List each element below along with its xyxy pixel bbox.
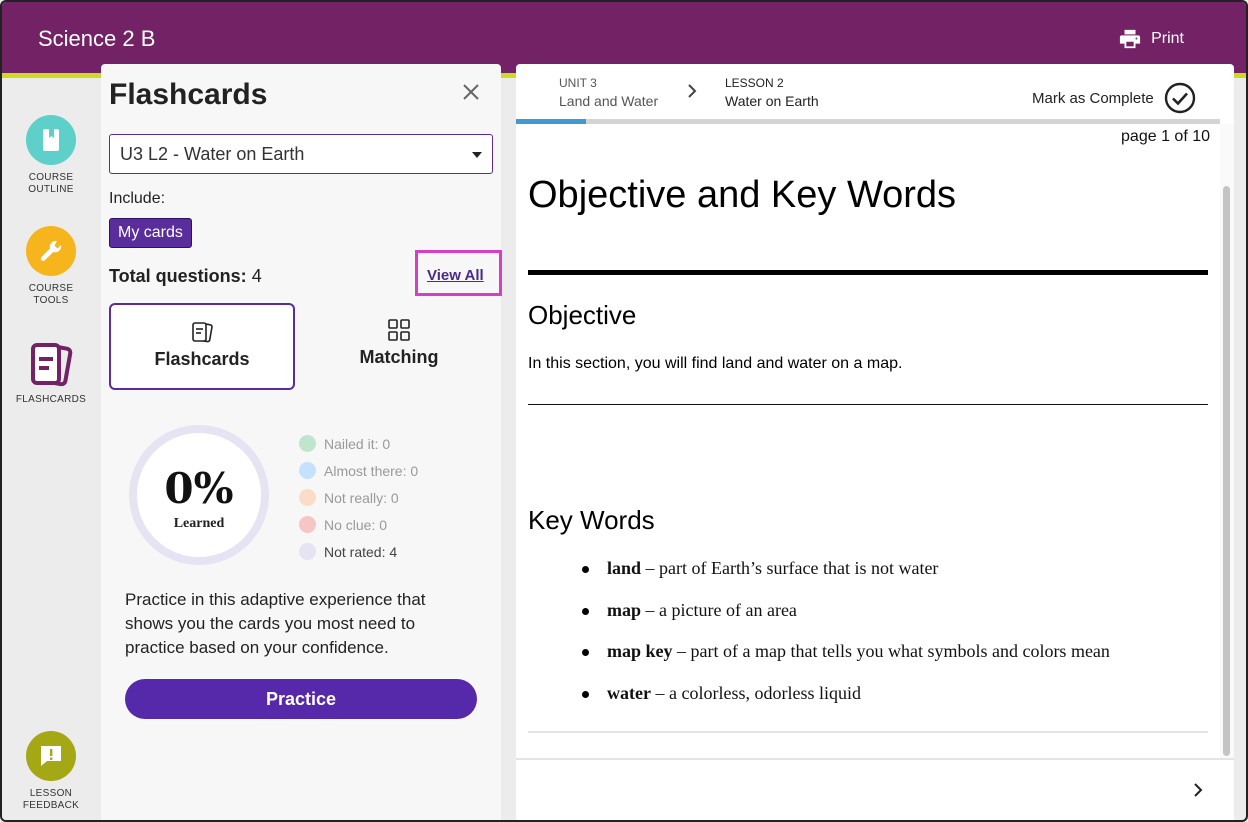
feedback-icon (26, 731, 76, 781)
legend-dot-almost (299, 462, 316, 479)
mode-matching-label: Matching (359, 347, 439, 367)
heading-divider (528, 270, 1208, 275)
app-frame: Science 2 B Print COURSE OUTLINE COURSE TO… (0, 0, 1248, 822)
footer-divider (516, 758, 1234, 760)
legend-label: No clue: 0 (324, 516, 388, 533)
legend-item: Not really: 0 (299, 484, 418, 511)
include-label: Include: (109, 190, 166, 207)
key-word-item: land – part of Earth’s surface that is n… (579, 558, 1110, 600)
rail-course-outline[interactable]: COURSE OUTLINE (2, 115, 100, 196)
progress-label: Learned (173, 516, 225, 531)
lesson-progress-track (516, 119, 1220, 124)
legend-item: No clue: 0 (299, 511, 418, 538)
key-word-definition: – part of Earth’s surface that is not wa… (641, 558, 939, 578)
key-word-definition: – part of a map that tells you what symb… (672, 641, 1110, 661)
left-rail: COURSE OUTLINE COURSE TOOLS FLASHCARDS L… (2, 83, 100, 820)
breadcrumb-unit-kicker: UNIT 3 (559, 76, 597, 90)
legend-item: Almost there: 0 (299, 457, 418, 484)
breadcrumb-unit[interactable]: UNIT 3 Land and Water (559, 74, 658, 110)
breadcrumb-unit-title: Land and Water (559, 93, 659, 109)
view-all-link[interactable]: View All (427, 267, 484, 284)
key-word-definition: – a colorless, odorless liquid (650, 682, 861, 703)
rail-lesson-feedback[interactable]: LESSON FEEDBACK (2, 731, 100, 812)
legend-item: Not rated: 4 (299, 538, 418, 565)
legend-dot-not-really (299, 489, 316, 506)
mode-flashcards[interactable]: Flashcards (109, 303, 295, 390)
key-words-heading: Key Words (528, 505, 655, 535)
rail-course-outline-line1: COURSE (28, 172, 74, 183)
rail-course-tools-line2: TOOLS (33, 295, 69, 306)
deck-select-value: U3 L2 - Water on Earth (120, 144, 305, 164)
lesson-progress-fill (516, 119, 586, 124)
close-icon[interactable] (461, 82, 481, 102)
legend-dot-not-rated (299, 543, 316, 560)
mode-matching[interactable]: Matching (306, 303, 492, 390)
flashcards-title: Flashcards (109, 78, 268, 111)
mark-complete-button[interactable]: Mark as Complete (1032, 82, 1196, 114)
flashcards-icon (192, 322, 213, 343)
key-word-term: map key (607, 641, 673, 661)
key-word-definition: – a picture of an area (641, 599, 797, 620)
legend-dot-no-clue (299, 516, 316, 533)
printer-icon (1120, 29, 1141, 49)
rail-flashcards[interactable]: FLASHCARDS (2, 341, 100, 406)
key-word-term: land (607, 558, 642, 578)
caret-down-icon (472, 152, 482, 158)
total-questions-label: Total questions: (109, 266, 247, 286)
section-divider (528, 404, 1208, 405)
legend-label: Not really: 0 (324, 489, 399, 506)
rail-course-tools-line1: COURSE (28, 283, 74, 294)
rail-course-tools[interactable]: COURSE TOOLS (2, 226, 100, 307)
key-word-item: water – a colorless, odorless liquid (579, 683, 1110, 725)
key-words-list: land – part of Earth’s surface that is n… (579, 558, 1110, 724)
flashcards-panel: Flashcards U3 L2 - Water on Earth Includ… (101, 64, 502, 820)
course-title: Science 2 B (38, 26, 156, 51)
page-heading: Objective and Key Words (528, 174, 957, 216)
key-word-item: map key – part of a map that tells you w… (579, 641, 1110, 683)
rail-lesson-feedback-line2: FEEDBACK (22, 800, 80, 811)
page-indicator: page 1 of 10 (1121, 128, 1210, 145)
print-label: Print (1151, 30, 1184, 47)
legend-item: Nailed it: 0 (299, 430, 418, 457)
next-page-chevron-icon[interactable] (1192, 782, 1204, 798)
check-circle-icon (1164, 82, 1195, 114)
rail-flashcards-label: FLASHCARDS (15, 394, 87, 405)
breadcrumb-lesson: LESSON 2 Water on Earth (725, 74, 819, 110)
objective-heading: Objective (528, 300, 637, 330)
legend-label: Almost there: 0 (324, 462, 419, 479)
mark-complete-label: Mark as Complete (1032, 89, 1154, 107)
rail-lesson-feedback-line1: LESSON (29, 788, 73, 799)
key-word-term: water (607, 682, 651, 703)
legend-dot-nailed (299, 435, 316, 452)
breadcrumb-lesson-kicker: LESSON 2 (725, 76, 784, 90)
objective-text: In this section, you will find land and … (528, 355, 903, 372)
key-word-item: map – a picture of an area (579, 600, 1110, 642)
legend-label: Nailed it: 0 (324, 435, 391, 452)
progress-percent: 0% (164, 464, 234, 513)
confidence-legend: Nailed it: 0 Almost there: 0 Not really:… (299, 430, 418, 565)
mode-flashcards-label: Flashcards (154, 349, 250, 369)
practice-description: Practice in this adaptive experience tha… (125, 590, 426, 657)
rail-course-outline-line2: OUTLINE (28, 184, 74, 195)
total-questions: Total questions: 4 (109, 266, 262, 287)
practice-button[interactable]: Practice (125, 679, 477, 719)
flashcards-rail-icon (25, 341, 77, 389)
total-questions-value: 4 (251, 266, 262, 286)
grid-icon (388, 319, 410, 341)
scrollbar-thumb[interactable] (1223, 186, 1230, 756)
breadcrumb-lesson-title: Water on Earth (725, 93, 819, 109)
print-button[interactable]: Print (1119, 28, 1184, 50)
deck-select[interactable]: U3 L2 - Water on Earth (109, 134, 493, 174)
my-cards-chip[interactable]: My cards (109, 218, 192, 248)
lesson-content: UNIT 3 Land and Water LESSON 2 Water on … (516, 64, 1234, 820)
wrench-icon (26, 226, 76, 276)
content-end-divider (528, 731, 1208, 733)
legend-label: Not rated: 4 (324, 543, 398, 560)
chevron-right-icon (688, 84, 697, 98)
key-word-term: map (607, 599, 642, 620)
book-icon (26, 115, 76, 165)
